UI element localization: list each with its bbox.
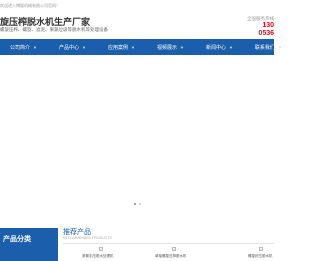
- site-subtitle: 螺旋压榨、螺旋、滤泥、果蔬垃圾等脱水机等处理设备: [0, 27, 108, 32]
- nav-label: 联系我们: [254, 44, 275, 51]
- main-nav: 公司简介 ▼ 产品中心 ▼ 应用案例 ▼ 视频展示 ▼ 新闻中心 ▼ 联系我们 …: [0, 39, 282, 55]
- nav-label: 应用案例: [107, 44, 128, 51]
- carousel-dot[interactable]: [134, 203, 136, 205]
- product-name[interactable]: 单轴螺旋压榨脱水机: [155, 254, 187, 259]
- chevron-down-icon: ▼: [82, 44, 86, 50]
- category-title: 产品分类: [3, 236, 31, 243]
- section-divider: [63, 243, 274, 244]
- hotline-number-1: 130: [262, 22, 274, 29]
- nav-label: 视频展示: [156, 44, 177, 51]
- chevron-down-icon: ▼: [277, 44, 282, 50]
- nav-item-cases[interactable]: 应用案例 ▼: [108, 39, 135, 55]
- chevron-down-icon: ▼: [179, 44, 184, 50]
- nav-label: 公司简介: [10, 44, 31, 51]
- nav-item-about[interactable]: 公司简介 ▼: [10, 39, 37, 55]
- welcome-text: 欢迎进入博颖机械有限公司官网！: [0, 3, 60, 8]
- site-header: 旋压榨脱水机生产厂家 螺旋压榨、螺旋、滤泥、果蔬垃圾等脱水机等处理设备 全国服务…: [0, 10, 274, 40]
- broken-image-icon[interactable]: [172, 247, 176, 251]
- top-welcome-bar: 欢迎进入博颖机械有限公司官网！: [0, 0, 274, 10]
- product-name[interactable]: 滚筒手压脱水处理机: [82, 254, 114, 259]
- hotline-number-2: 0536: [258, 30, 274, 37]
- broken-image-icon[interactable]: [259, 247, 263, 251]
- nav-label: 新闻中心: [205, 44, 226, 51]
- nav-item-products[interactable]: 产品中心 ▼: [59, 39, 86, 55]
- category-sidebar: 产品分类: [0, 228, 58, 261]
- broken-image-icon[interactable]: [99, 247, 103, 251]
- recommend-subtitle: RECOMMENDED PRODUCTS: [63, 236, 112, 240]
- nav-item-contact[interactable]: 联系我们 ▼: [255, 39, 282, 55]
- product-name[interactable]: 螺旋挤压脱水机: [248, 254, 273, 259]
- nav-item-videos[interactable]: 视频展示 ▼: [157, 39, 184, 55]
- chevron-down-icon: ▼: [33, 44, 37, 50]
- carousel-dot[interactable]: [139, 203, 141, 205]
- carousel-dots: [134, 203, 141, 205]
- nav-label: 产品中心: [58, 44, 79, 51]
- hero-banner[interactable]: [0, 55, 274, 220]
- chevron-down-icon: ▼: [130, 44, 135, 50]
- nav-item-news[interactable]: 新闻中心 ▼: [206, 39, 233, 55]
- chevron-down-icon: ▼: [228, 44, 233, 50]
